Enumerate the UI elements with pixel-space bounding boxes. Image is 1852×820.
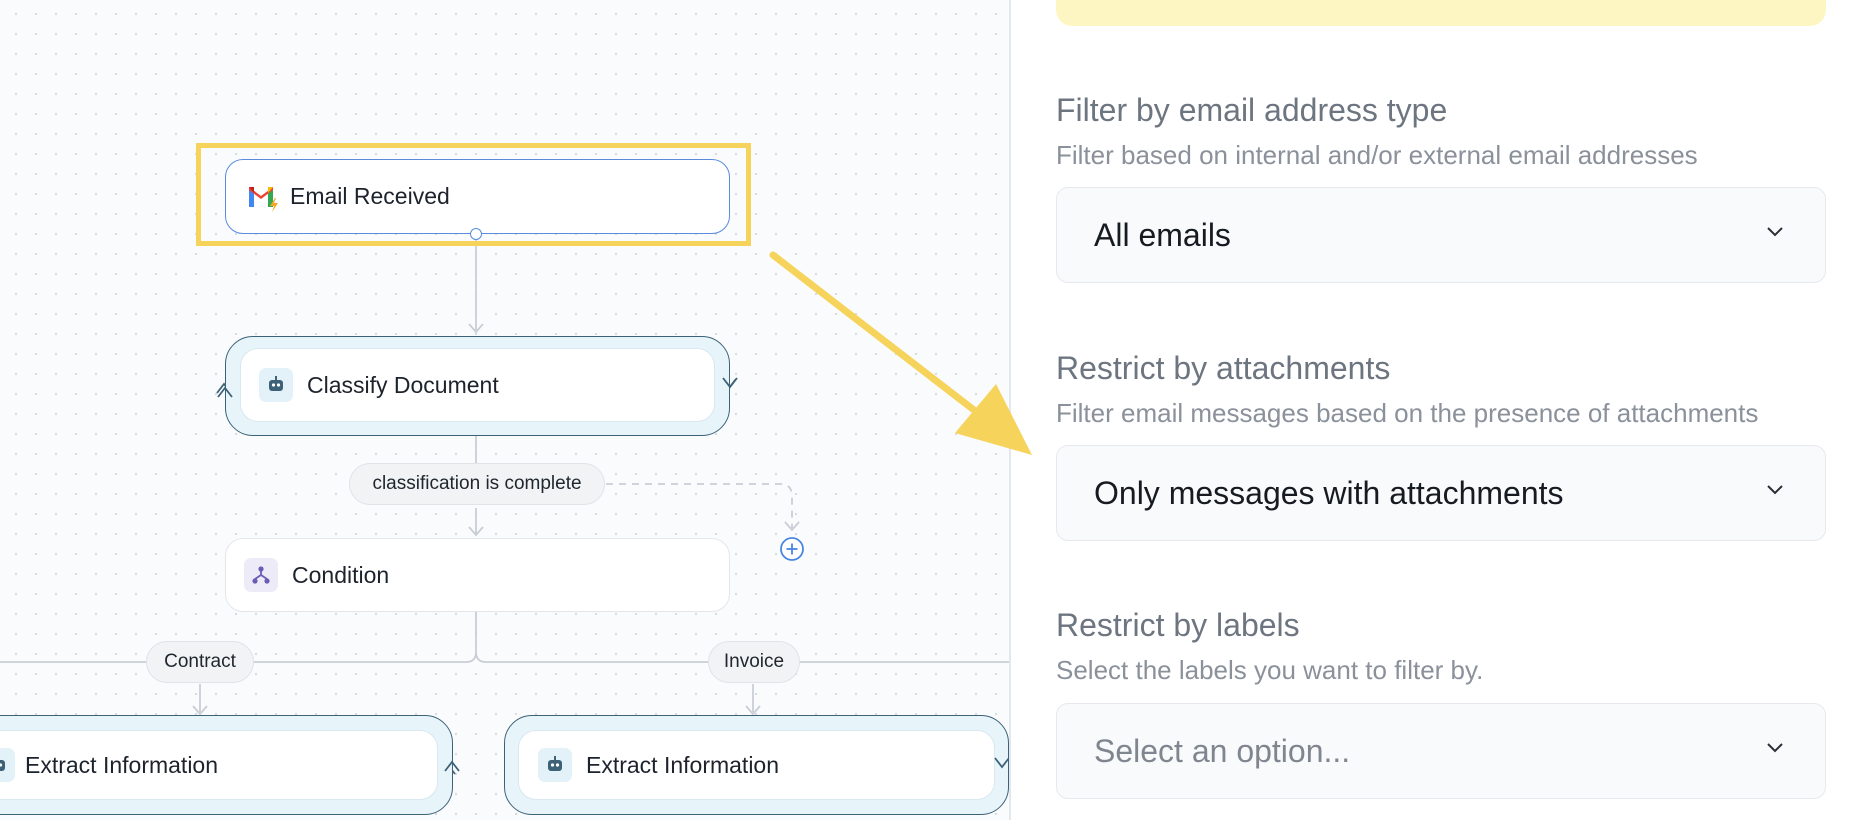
gmail-icon	[246, 182, 280, 212]
chevron-down-icon	[1765, 482, 1785, 501]
notice-banner	[1056, 0, 1826, 26]
attachments-select[interactable]: Only messages with attachments	[1056, 445, 1826, 541]
chevron-down-icon	[1765, 740, 1785, 759]
output-handle[interactable]	[470, 228, 482, 240]
chevron-down-icon	[1765, 224, 1785, 243]
select-value: All emails	[1094, 216, 1231, 253]
workflow-canvas[interactable]: Email Received Classify Document classif…	[0, 0, 1010, 820]
node-label: Extract Information	[586, 751, 780, 778]
node-extract-information-left[interactable]: Extract Information	[0, 730, 438, 800]
node-label: Extract Information	[25, 751, 219, 778]
section-title-email-type: Filter by email address type	[1056, 92, 1448, 128]
edge-label-invoice: Invoice	[708, 641, 800, 683]
edge-label-contract: Contract	[146, 641, 254, 683]
robot-icon	[0, 748, 15, 782]
robot-icon	[259, 368, 293, 402]
settings-panel: Filter by email address type Filter base…	[1011, 0, 1852, 820]
node-classify-document[interactable]: Classify Document	[240, 348, 715, 422]
section-description-attachments: Filter email messages based on the prese…	[1056, 398, 1759, 428]
section-description-labels: Select the labels you want to filter by.	[1056, 655, 1484, 685]
select-value: Only messages with attachments	[1094, 474, 1564, 511]
branch-icon	[244, 558, 278, 592]
node-label: Classify Document	[307, 371, 499, 398]
node-extract-information-right[interactable]: Extract Information	[518, 730, 995, 800]
node-label: Condition	[292, 561, 390, 588]
labels-select[interactable]: Select an option...	[1056, 703, 1826, 799]
section-title-attachments: Restrict by attachments	[1056, 350, 1391, 386]
robot-icon	[538, 748, 572, 782]
plus-circle-icon[interactable]	[779, 536, 805, 562]
email-type-select[interactable]: All emails	[1056, 187, 1826, 283]
node-email-received[interactable]: Email Received	[225, 159, 730, 234]
node-condition[interactable]: Condition	[225, 538, 730, 612]
node-label: Email Received	[290, 183, 450, 209]
select-placeholder: Select an option...	[1094, 732, 1351, 769]
section-description-email-type: Filter based on internal and/or external…	[1056, 140, 1698, 170]
section-title-labels: Restrict by labels	[1056, 607, 1300, 643]
edge-label-classification: classification is complete	[349, 463, 605, 505]
